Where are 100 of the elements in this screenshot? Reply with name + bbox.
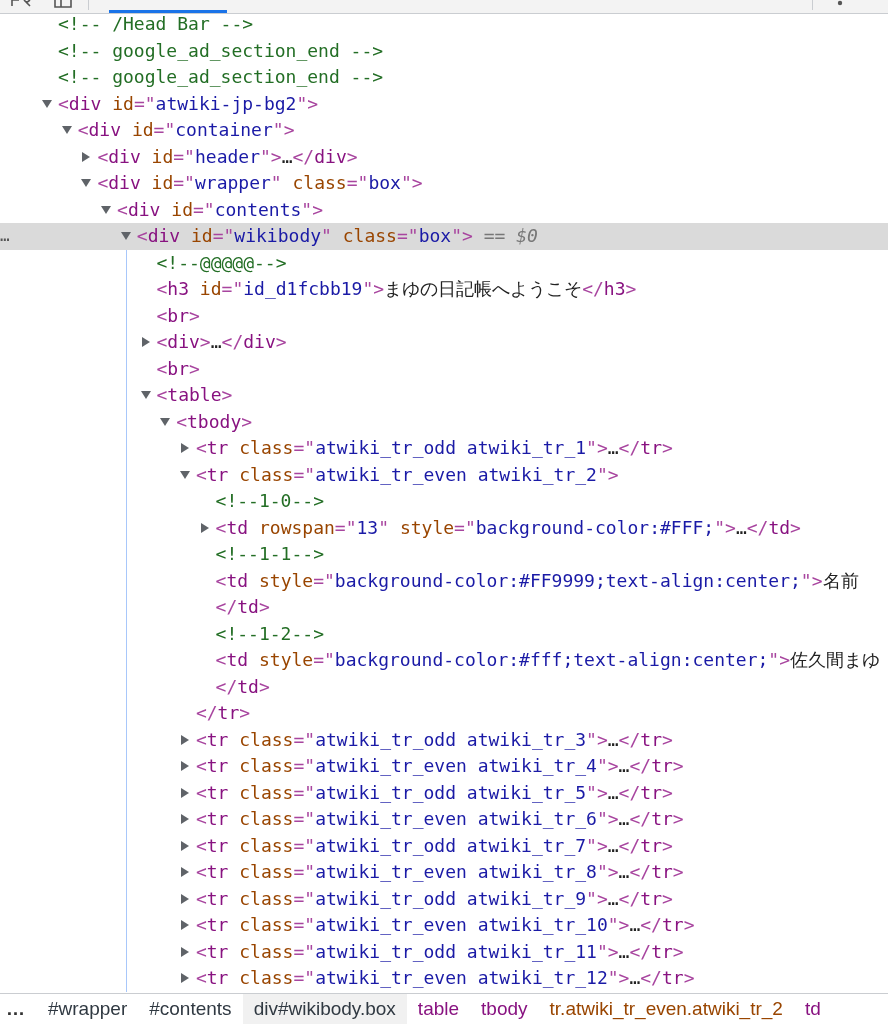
breadcrumb-item[interactable]: table (406, 994, 471, 1024)
node-markup: <td rowspan="13" style="background-color:#FFF;">…</td> (215, 516, 801, 538)
expand-arrow-icon[interactable] (140, 390, 151, 400)
node-markup: <br> (156, 357, 200, 379)
dom-tree-row[interactable]: <tr class="atwiki_tr_odd atwiki_tr_7">…</tr> (0, 832, 888, 859)
dom-tree-row[interactable]: <div id="container"> (0, 117, 888, 144)
dom-tree-row[interactable]: <div>…</div> (0, 329, 888, 356)
dom-tree-row[interactable]: <div id="atwiki-jp-bg2"> (0, 90, 888, 117)
expand-arrow-icon[interactable] (179, 734, 190, 745)
node-markup: <!-- google_ad_section_end --> (58, 66, 384, 87)
node-markup: <div id="header">…</div> (97, 145, 358, 167)
expand-arrow-icon[interactable] (120, 231, 131, 241)
breadcrumb-item[interactable]: … (0, 994, 37, 1024)
node-markup: <tr class="atwiki_tr_odd atwiki_tr_5">…</tr> (195, 781, 673, 803)
dom-tree-row[interactable]: <tr class="atwiki_tr_odd atwiki_tr_9">…</tr> (0, 885, 888, 912)
dom-tree-row[interactable]: <!-- /Head Bar --> (0, 14, 888, 38)
dom-tree-row[interactable]: <div id="wrapper" class="box"> (0, 170, 888, 197)
dom-tree-row[interactable]: <div id="header">…</div> (0, 143, 888, 170)
dom-tree-row[interactable]: <tr class="atwiki_tr_odd atwiki_tr_1">…</tr> (0, 435, 888, 462)
dom-tree-row[interactable]: <tr class="atwiki_tr_even atwiki_tr_12">…</tr> (0, 965, 888, 992)
node-markup: <div id="container"> (77, 119, 295, 140)
dom-tree-row[interactable]: <tr class="atwiki_tr_even atwiki_tr_8">…</tr> (0, 859, 888, 886)
node-markup: <tr class="atwiki_tr_odd atwiki_tr_1">…</tr> (195, 437, 673, 458)
dom-tree-row[interactable]: <!-- google_ad_section_end --> (0, 64, 888, 91)
dom-tree-row[interactable]: <tr class="atwiki_tr_odd atwiki_tr_11">…</tr> (0, 938, 888, 965)
expand-arrow-icon[interactable] (179, 787, 190, 798)
dom-tree-row[interactable]: <tr class="atwiki_tr_even atwiki_tr_2"> (0, 461, 888, 488)
more-menu-icon[interactable] (837, 0, 843, 6)
node-markup: <tr class="atwiki_tr_even atwiki_tr_8">…</tr> (195, 861, 684, 882)
dom-tree-row[interactable]: <table> (0, 382, 888, 409)
node-markup: <!--1-0--> (215, 490, 324, 511)
dom-tree-row[interactable]: <!-- google_ad_section_end --> (0, 37, 888, 64)
expand-arrow-icon[interactable] (140, 337, 151, 347)
node-markup: <tr class="atwiki_tr_odd atwiki_tr_7">…</tr> (195, 834, 673, 856)
node-markup: <tr class="atwiki_tr_even atwiki_tr_4">…</tr> (195, 755, 684, 776)
node-markup: <h3 id="id_d1fcbb19">まゆの日記帳へようこそ</h3> (156, 278, 637, 299)
node-markup: <tr class="atwiki_tr_odd atwiki_tr_9">…</tr> (195, 887, 673, 909)
expand-arrow-icon[interactable] (179, 867, 190, 877)
expand-arrow-icon[interactable] (101, 204, 112, 215)
dom-tree-row[interactable]: <h3 id="id_d1fcbb19">まゆの日記帳へようこそ</h3> (0, 276, 888, 303)
node-markup: <td style="background-color:#FF9999;text-align:center;">名前 </td> (215, 569, 859, 617)
closing-tag: </tr> (195, 702, 251, 723)
node-markup: <!-- /Head Bar --> (58, 14, 254, 34)
dom-tree-row[interactable]: <!--@@@@@--> (0, 249, 888, 276)
dom-tree-row[interactable]: <tr class="atwiki_tr_odd atwiki_tr_5">…</tr> (0, 779, 888, 806)
node-markup: <table> (156, 384, 233, 405)
dom-tree-row[interactable]: <br> (0, 355, 888, 382)
expand-arrow-icon[interactable] (179, 840, 190, 851)
dom-tree-row[interactable]: <td style="background-color:#fff;text-align:center;">佐久間まゆ </td> (0, 647, 888, 700)
expand-arrow-icon[interactable] (160, 416, 171, 427)
node-markup: <div id="wikibody" class="box"> == $0 (136, 225, 538, 246)
dom-tree-row[interactable]: <td rowspan="13" style="background-color:#FFF;">…</td> (0, 514, 888, 541)
dom-tree-row[interactable]: <tr class="atwiki_tr_odd atwiki_tr_3">…</tr> (0, 726, 888, 753)
node-markup: <tbody> (176, 410, 253, 432)
more-actions-icon[interactable]: … (0, 223, 10, 250)
expand-arrow-icon[interactable] (179, 893, 190, 904)
breadcrumb-item[interactable]: td (793, 994, 832, 1024)
expand-arrow-icon[interactable] (81, 178, 92, 188)
breadcrumb-item[interactable]: div#wikibody.box (242, 994, 407, 1024)
node-markup: <div id="atwiki-jp-bg2"> (58, 92, 319, 114)
expand-arrow-icon[interactable] (179, 973, 190, 983)
node-markup: <tr class="atwiki_tr_even atwiki_tr_2"> (195, 463, 619, 485)
node-markup: <!--@@@@@--> (156, 251, 287, 273)
expand-arrow-icon[interactable] (81, 151, 92, 162)
dom-tree-row[interactable]: <!--1-1--> (0, 541, 888, 568)
dom-tree-row[interactable]: <tr class="atwiki_tr_even atwiki_tr_6">…</tr> (0, 806, 888, 833)
dom-tree-row[interactable]: <!--1-0--> (0, 488, 888, 515)
expand-arrow-icon[interactable] (179, 469, 190, 480)
dom-tree-row[interactable]: <div id="contents"> (0, 196, 888, 223)
node-markup: <!--1-1--> (215, 543, 324, 564)
node-markup: <td style="background-color:#fff;text-align:center;">佐久間まゆ </td> (215, 649, 880, 697)
dom-tree-row[interactable]: <tr class="atwiki_tr_even atwiki_tr_4">…</tr> (0, 753, 888, 780)
expand-arrow-icon[interactable] (179, 946, 190, 957)
expand-arrow-icon[interactable] (42, 98, 52, 109)
node-markup: <!-- google_ad_section_end --> (58, 39, 384, 61)
breadcrumb-item[interactable]: #contents (138, 994, 243, 1024)
breadcrumb-item[interactable]: #wrapper (37, 994, 139, 1024)
breadcrumb-item[interactable]: tbody (470, 994, 539, 1024)
dom-tree-row[interactable]: <td style="background-color:#FF9999;text-align:center;">名前 </td> (0, 567, 888, 621)
node-markup: <tr class="atwiki_tr_odd atwiki_tr_11">…</tr> (195, 940, 684, 962)
node-markup: <tr class="atwiki_tr_even atwiki_tr_6">…</tr> (195, 808, 684, 829)
node-markup: <!--1-2--> (215, 622, 324, 644)
expand-arrow-icon[interactable] (61, 125, 72, 135)
device-toggle-icon[interactable] (54, 0, 72, 8)
dom-tree-row[interactable]: … <div id="wikibody" class="box"> == $0 (0, 223, 888, 250)
node-markup: <tr class="atwiki_tr_even atwiki_tr_10">…</tr> (195, 914, 695, 935)
expand-arrow-icon[interactable] (179, 814, 190, 824)
expand-arrow-icon[interactable] (179, 761, 190, 771)
expand-arrow-icon[interactable] (199, 522, 210, 533)
dom-tree-row[interactable]: <tr class="atwiki_tr_even atwiki_tr_10">…</tr> (0, 912, 888, 939)
dom-tree-row[interactable]: <tbody> (0, 408, 888, 435)
node-markup: <div id="wrapper" class="box"> (97, 172, 423, 193)
node-markup: <tr class="atwiki_tr_odd atwiki_tr_3">…</tr> (195, 728, 673, 750)
dom-tree-row[interactable]: <br> (0, 302, 888, 329)
expand-arrow-icon[interactable] (179, 920, 190, 930)
dom-tree-row[interactable]: <!--1-2--> (0, 620, 888, 647)
node-markup: <div id="contents"> (117, 198, 324, 220)
node-markup: <tr class="atwiki_tr_even atwiki_tr_12">…</tr> (195, 967, 695, 988)
expand-arrow-icon[interactable] (179, 443, 190, 453)
breadcrumb-item[interactable]: tr.atwiki_tr_even.atwiki_tr_2 (538, 994, 794, 1024)
